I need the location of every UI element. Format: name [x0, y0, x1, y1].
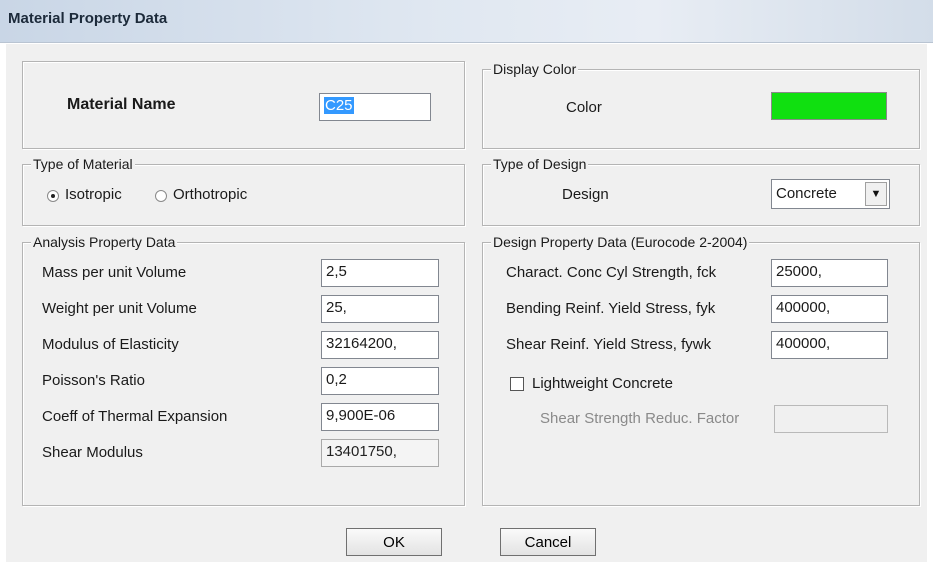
chevron-down-icon[interactable]: ▼ — [865, 182, 887, 206]
title-bar: Material Property Data — [0, 0, 933, 43]
display-color-title: Display Color — [491, 60, 579, 78]
mass-per-volume-input[interactable]: 2,5 — [321, 259, 439, 287]
lightweight-concrete-checkbox[interactable] — [510, 377, 524, 391]
type-of-design-title: Type of Design — [491, 155, 589, 173]
poissons-ratio-label: Poisson's Ratio — [42, 372, 145, 389]
radio-selected-dot — [51, 194, 55, 198]
orthotropic-label[interactable]: Orthotropic — [173, 185, 247, 205]
material-name-input[interactable]: C25 — [319, 93, 431, 121]
orthotropic-radio[interactable] — [155, 190, 167, 202]
fck-label: Charact. Conc Cyl Strength, fck — [506, 264, 717, 281]
fck-input[interactable]: 25000, — [771, 259, 888, 287]
isotropic-radio[interactable] — [47, 190, 59, 202]
thermal-expansion-input[interactable]: 9,900E-06 — [321, 403, 439, 431]
shear-modulus-field: 13401750, — [321, 439, 439, 467]
weight-per-volume-label: Weight per unit Volume — [42, 300, 197, 317]
type-of-material-title: Type of Material — [31, 155, 135, 173]
color-swatch[interactable] — [771, 92, 887, 120]
type-of-material-group: Type of Material Isotropic Orthotropic — [22, 155, 465, 226]
mass-per-volume-label: Mass per unit Volume — [42, 264, 187, 281]
thermal-expansion-label: Coeff of Thermal Expansion — [42, 408, 228, 425]
window-title: Material Property Data — [8, 10, 168, 27]
type-of-design-group: Type of Design Design Concrete ▼ — [482, 155, 920, 226]
material-name-label: Material Name — [67, 96, 176, 113]
shear-modulus-label: Shear Modulus — [42, 444, 143, 461]
shear-reduc-label: Shear Strength Reduc. Factor — [540, 410, 740, 427]
ok-button[interactable]: OK — [346, 528, 442, 556]
isotropic-label[interactable]: Isotropic — [65, 185, 122, 205]
design-property-group: Design Property Data (Eurocode 2-2004) C… — [482, 233, 920, 506]
dialog-body: Material Name C25 Display Color Color Ty… — [6, 44, 927, 562]
analysis-property-title: Analysis Property Data — [31, 233, 178, 251]
modulus-of-elasticity-label: Modulus of Elasticity — [42, 336, 179, 353]
fyk-label: Bending Reinf. Yield Stress, fyk — [506, 300, 716, 317]
fyk-input[interactable]: 400000, — [771, 295, 888, 323]
design-property-title: Design Property Data (Eurocode 2-2004) — [491, 233, 750, 251]
cancel-button[interactable]: Cancel — [500, 528, 596, 556]
design-select-value: Concrete — [776, 185, 837, 202]
fywk-label: Shear Reinf. Yield Stress, fywk — [506, 336, 712, 353]
analysis-property-group: Analysis Property Data Mass per unit Vol… — [22, 233, 465, 506]
shear-reduc-input — [774, 405, 888, 433]
weight-per-volume-input[interactable]: 25, — [321, 295, 439, 323]
design-select[interactable]: Concrete ▼ — [771, 179, 890, 209]
design-label: Design — [562, 186, 609, 203]
material-name-box: Material Name C25 — [22, 61, 465, 149]
poissons-ratio-input[interactable]: 0,2 — [321, 367, 439, 395]
fywk-input[interactable]: 400000, — [771, 331, 888, 359]
lightweight-concrete-label[interactable]: Lightweight Concrete — [532, 374, 673, 394]
display-color-group: Display Color Color — [482, 60, 920, 149]
material-name-value: C25 — [324, 97, 354, 114]
modulus-of-elasticity-input[interactable]: 32164200, — [321, 331, 439, 359]
color-label: Color — [566, 99, 602, 116]
